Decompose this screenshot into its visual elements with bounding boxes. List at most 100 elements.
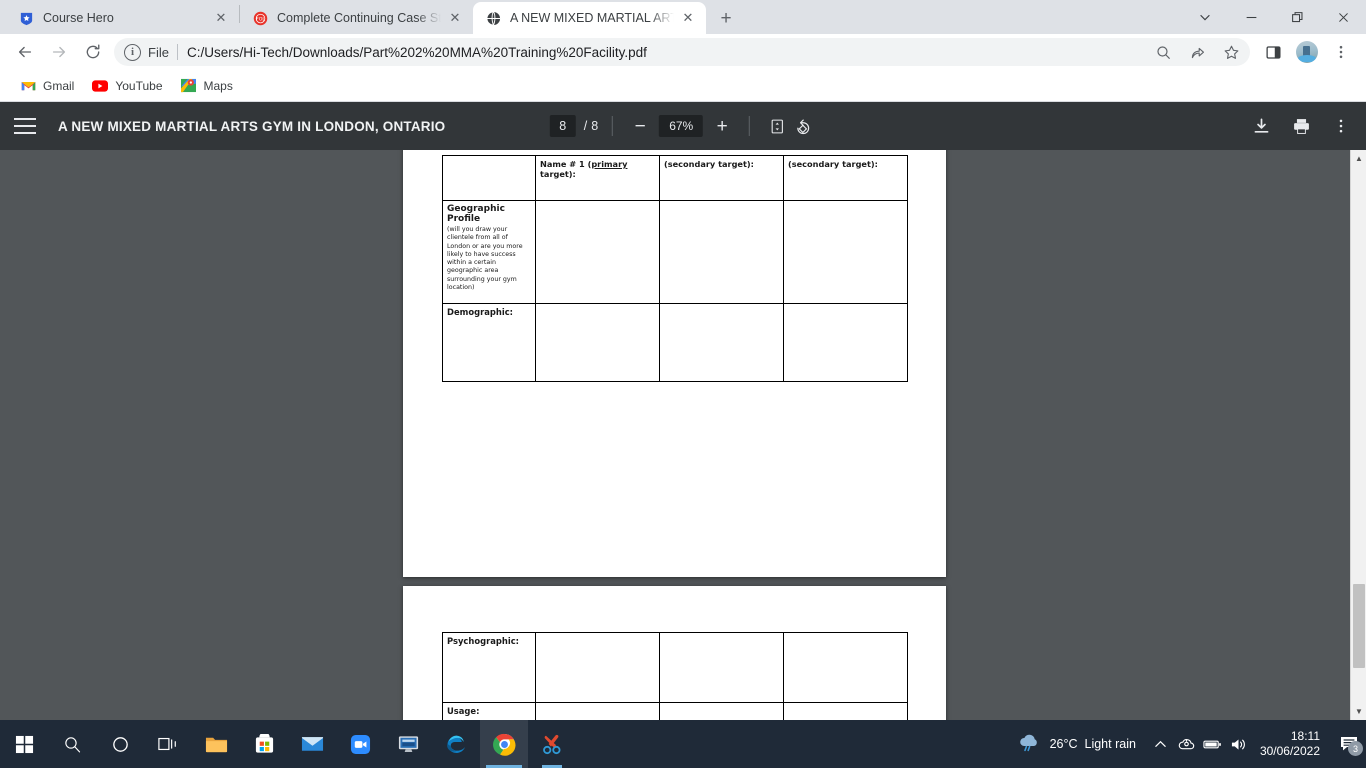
remote-desktop-button[interactable]: [384, 720, 432, 768]
total-pages-label: 8: [591, 119, 599, 133]
notification-center-button[interactable]: 3: [1332, 720, 1366, 768]
toolbar-divider: [612, 116, 614, 136]
cell-empty[interactable]: [783, 303, 908, 382]
url-text: C:/Users/Hi-Tech/Downloads/Part%202%20MM…: [186, 44, 647, 60]
maximize-restore-button[interactable]: [1274, 1, 1320, 33]
download-icon[interactable]: [1250, 115, 1272, 137]
edge-button[interactable]: [432, 720, 480, 768]
bookmark-youtube[interactable]: YouTube: [84, 74, 170, 98]
header-cell-secondary-2: (secondary target):: [783, 155, 908, 201]
browser-tab-continuing-case-study[interactable]: FOL Complete Continuing Case Study ✕: [240, 2, 473, 34]
close-icon[interactable]: ✕: [445, 8, 465, 28]
tab-search-button[interactable]: [1182, 1, 1228, 33]
zoom-button[interactable]: [336, 720, 384, 768]
cell-empty[interactable]: [535, 702, 660, 720]
taskbar-clock[interactable]: 18:11 30/06/2022: [1260, 729, 1320, 759]
task-view-button[interactable]: [144, 720, 192, 768]
svg-text:FOL: FOL: [256, 16, 265, 22]
url-scheme-label: File: [148, 44, 169, 60]
table-row: Usage:: [442, 702, 908, 720]
page-separator: /: [583, 119, 588, 133]
youtube-icon: [92, 78, 109, 94]
volume-icon[interactable]: [1226, 720, 1252, 768]
sidebar-toggle-icon[interactable]: [14, 118, 36, 134]
cell-empty[interactable]: [535, 632, 660, 703]
search-button[interactable]: [48, 720, 96, 768]
cell-empty[interactable]: [659, 632, 784, 703]
row-label-usage: Usage:: [442, 702, 536, 720]
cell-empty[interactable]: [659, 303, 784, 382]
microsoft-store-button[interactable]: [240, 720, 288, 768]
clock-date: 30/06/2022: [1259, 744, 1320, 758]
mail-button[interactable]: [288, 720, 336, 768]
page-number-input[interactable]: 8: [549, 115, 576, 137]
new-tab-button[interactable]: +: [712, 4, 740, 32]
cell-empty[interactable]: [783, 632, 908, 703]
weather-widget[interactable]: 26°C Light rain: [1017, 733, 1136, 756]
zoom-out-button[interactable]: −: [627, 113, 653, 139]
pdf-page-container[interactable]: Name # 1 (primary target): (secondary ta…: [0, 150, 1366, 720]
bookmark-star-icon[interactable]: [1217, 38, 1245, 66]
cell-empty[interactable]: [659, 702, 784, 720]
cell-empty[interactable]: [535, 303, 660, 382]
profile-avatar[interactable]: [1293, 38, 1321, 66]
address-bar[interactable]: i File C:/Users/Hi-Tech/Downloads/Part%2…: [114, 38, 1250, 66]
row-label-subtext: (will you draw your clientele from all o…: [447, 226, 523, 292]
zoom-level-value[interactable]: 67%: [659, 115, 704, 137]
rotate-icon[interactable]: [790, 113, 816, 139]
browser-window: Course Hero ✕ FOL Complete Continuing Ca…: [0, 0, 1366, 720]
browser-tab-mma-gym-pdf[interactable]: A NEW MIXED MARTIAL ARTS GY ✕: [473, 2, 706, 34]
tab-title: Course Hero: [43, 11, 114, 25]
more-options-icon[interactable]: [1330, 115, 1352, 137]
course-hero-icon: [18, 10, 34, 26]
fit-page-icon[interactable]: [764, 113, 790, 139]
close-icon[interactable]: ✕: [678, 8, 698, 28]
bookmark-label: YouTube: [115, 78, 163, 93]
bookmark-label: Maps: [203, 78, 233, 93]
battery-icon[interactable]: [1200, 720, 1226, 768]
window-controls: [1182, 0, 1366, 34]
header-underline-primary: primary: [591, 159, 628, 169]
side-panel-button[interactable]: [1259, 38, 1287, 66]
table-row: Geographic Profile (will you draw your c…: [442, 200, 908, 304]
zoom-in-button[interactable]: +: [709, 113, 735, 139]
reload-button[interactable]: [79, 38, 107, 66]
zoom-search-icon[interactable]: [1149, 38, 1177, 66]
back-button[interactable]: [11, 38, 39, 66]
pdf-document-title: A NEW MIXED MARTIAL ARTS GYM IN LONDON, …: [58, 118, 446, 134]
chrome-menu-button[interactable]: [1327, 38, 1355, 66]
onedrive-icon[interactable]: [1174, 720, 1200, 768]
page-info-icon[interactable]: i: [124, 43, 141, 61]
chrome-button[interactable]: [480, 720, 528, 768]
show-hidden-icons-chevron[interactable]: [1148, 720, 1174, 768]
scroll-down-icon[interactable]: ▼: [1351, 703, 1366, 720]
forward-button[interactable]: [45, 38, 73, 66]
toolbar-divider: [749, 116, 751, 136]
bookmark-maps[interactable]: Maps: [173, 74, 241, 98]
snipping-tool-button[interactable]: [528, 720, 576, 768]
row-label-title: Psychographic:: [447, 636, 520, 646]
cell-empty[interactable]: [783, 702, 908, 720]
cortana-button[interactable]: [96, 720, 144, 768]
cell-empty[interactable]: [659, 200, 784, 304]
scrollbar-thumb[interactable]: [1353, 584, 1365, 668]
header-cell-empty: [442, 155, 536, 201]
share-icon[interactable]: [1183, 38, 1211, 66]
gmail-icon: [20, 78, 36, 94]
minimize-button[interactable]: [1228, 1, 1274, 33]
row-label-demographic: Demographic:: [442, 303, 536, 382]
scroll-up-icon[interactable]: ▲: [1351, 150, 1366, 167]
windows-taskbar: 26°C Light rain 18:11 30/06/2022 3: [0, 720, 1366, 768]
close-icon[interactable]: ✕: [211, 8, 231, 28]
close-window-button[interactable]: [1320, 1, 1366, 33]
browser-tab-course-hero[interactable]: Course Hero ✕: [6, 2, 239, 34]
pdf-toolbar: A NEW MIXED MARTIAL ARTS GYM IN LONDON, …: [0, 102, 1366, 150]
table-row: Demographic:: [442, 303, 908, 382]
start-button[interactable]: [0, 720, 48, 768]
pdf-vertical-scrollbar[interactable]: ▲ ▼: [1350, 150, 1366, 720]
cell-empty[interactable]: [783, 200, 908, 304]
print-icon[interactable]: [1290, 115, 1312, 137]
file-explorer-button[interactable]: [192, 720, 240, 768]
cell-empty[interactable]: [535, 200, 660, 304]
bookmark-gmail[interactable]: Gmail: [12, 74, 82, 98]
